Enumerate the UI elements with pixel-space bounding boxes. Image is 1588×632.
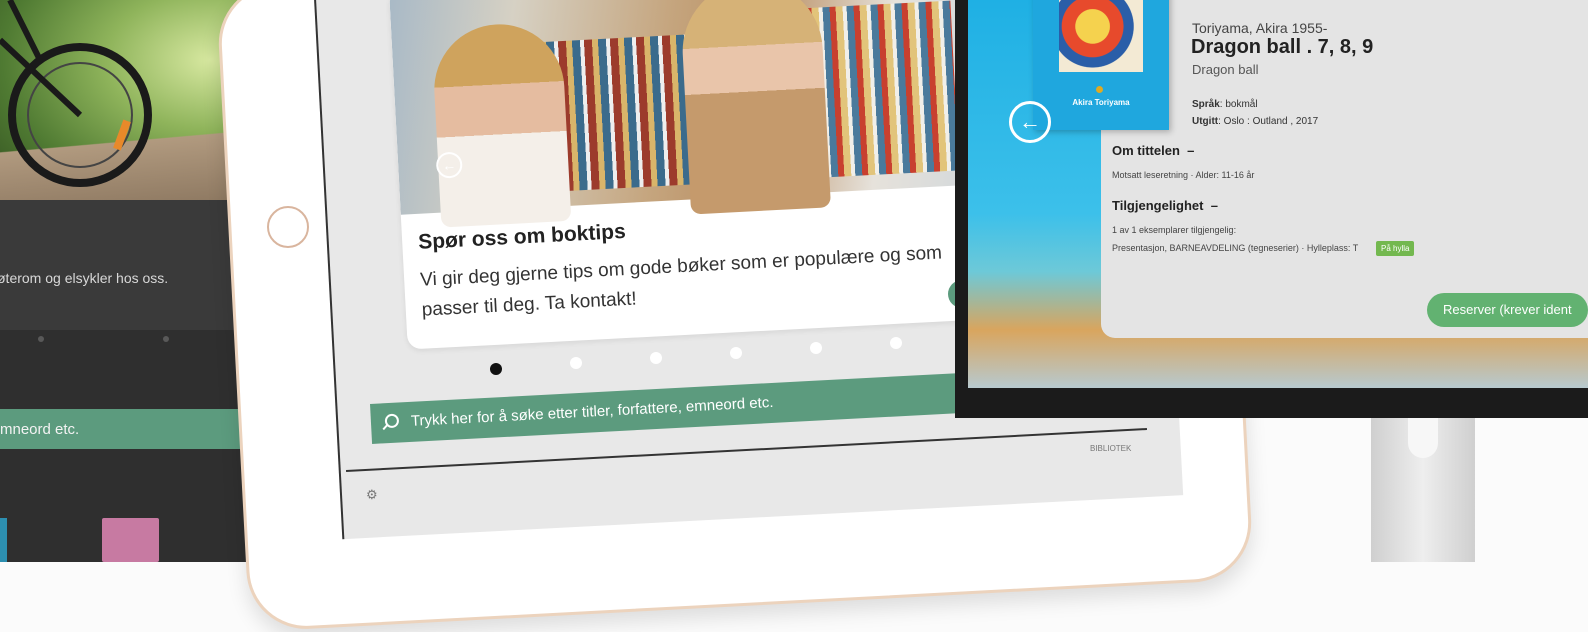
carousel-dot[interactable] <box>890 337 902 349</box>
library-logo: BIBLIOTEK <box>1090 444 1132 453</box>
book-published: Utgitt: Oslo : Outland , 2017 <box>1192 116 1318 127</box>
book-cover-emblem <box>1096 86 1103 93</box>
book-author: Toriyama, Akira 1955- <box>1192 20 1328 36</box>
status-badge: På hylla <box>1376 241 1415 256</box>
bicycle-icon <box>0 0 152 187</box>
book-series: Dragon ball <box>1192 62 1259 77</box>
home-button[interactable] <box>267 206 309 248</box>
about-heading[interactable]: Om tittelen – <box>1112 143 1194 158</box>
published-label: Utgitt <box>1192 116 1219 127</box>
language-value: : bokmål <box>1219 99 1258 110</box>
carousel-dot[interactable] <box>810 342 822 354</box>
availability-heading[interactable]: Tilgjengelighet – <box>1112 198 1218 213</box>
language-label: Språk <box>1192 99 1220 110</box>
gear-icon[interactable]: ⚙ <box>366 487 378 503</box>
book-title: Dragon ball . 7, 8, 9 <box>1191 36 1374 58</box>
left-promo-text: øterom og elsykler hos oss. <box>0 270 169 286</box>
availability-heading-label: Tilgjengelighet <box>1112 198 1204 213</box>
availability-location: Presentasjon, BARNEAVDELING (tegneserier… <box>1112 243 1359 253</box>
collapse-icon[interactable]: – <box>1211 198 1218 213</box>
person <box>679 0 831 215</box>
carousel-dot[interactable] <box>730 347 742 359</box>
availability-count: 1 av 1 eksemplarer tilgjengelig: <box>1112 225 1237 235</box>
left-thumbnail[interactable] <box>0 518 7 562</box>
left-carousel-dot[interactable] <box>163 336 169 342</box>
reserve-button[interactable]: Reserver (krever ident <box>1427 293 1588 327</box>
book-language: Språk: bokmål <box>1192 99 1258 110</box>
librarians-photo <box>389 0 1000 228</box>
book-cover: Akira Toriyama <box>1033 0 1169 130</box>
carousel-dot-active[interactable] <box>490 363 502 375</box>
tip-card[interactable]: ← Spør oss om boktips Vi gir deg gjerne … <box>389 0 1008 350</box>
left-thumbnail[interactable] <box>102 518 159 562</box>
monitor-stand-notch <box>1408 418 1438 458</box>
carousel-dot[interactable] <box>570 357 582 369</box>
search-placeholder: Trykk her for å søke etter titler, forfa… <box>410 393 774 430</box>
book-cover-art <box>1059 0 1143 72</box>
back-arrow-icon[interactable]: ← <box>1009 101 1051 143</box>
about-heading-label: Om tittelen <box>1112 143 1180 158</box>
person <box>431 21 572 228</box>
left-carousel-dot[interactable] <box>38 336 44 342</box>
carousel-dot[interactable] <box>650 352 662 364</box>
book-cover-author: Akira Toriyama <box>1072 98 1130 107</box>
search-icon <box>384 413 400 429</box>
published-value: : Oslo : Outland , 2017 <box>1218 116 1319 127</box>
collapse-icon[interactable]: – <box>1187 143 1194 158</box>
left-search-text: mneord etc. <box>0 421 80 438</box>
about-note: Motsatt leseretning · Alder: 11-16 år <box>1112 170 1255 180</box>
